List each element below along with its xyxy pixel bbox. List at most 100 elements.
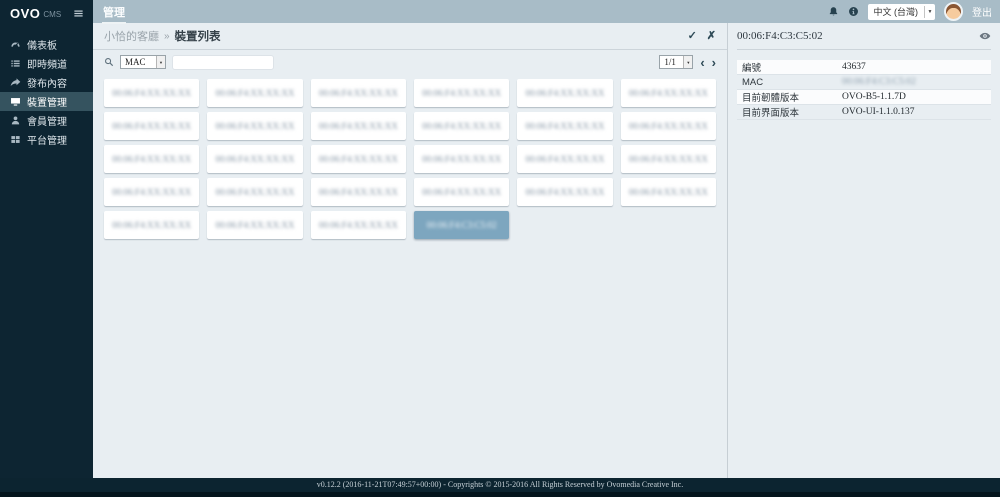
bell-icon[interactable] bbox=[828, 6, 839, 17]
close-icon[interactable]: ✗ bbox=[707, 30, 716, 42]
device-card[interactable]: 00:06:F4:C3:C5:02 bbox=[414, 211, 510, 239]
detail-row: 目前界面版本 OVO-UI-1.1.0.137 bbox=[737, 105, 991, 120]
device-card-mac-masked: 00:06:F4:XX:XX:XX bbox=[422, 187, 502, 197]
device-card[interactable]: 00:06:F4:XX:XX:XX bbox=[517, 145, 613, 173]
device-card-mac-masked: 00:06:F4:XX:XX:XX bbox=[628, 154, 708, 164]
pagination: 1/1 ▼ ‹ › bbox=[659, 55, 716, 69]
device-card[interactable]: 00:06:F4:XX:XX:XX bbox=[207, 112, 303, 140]
device-card-mac-masked: 00:06:F4:XX:XX:XX bbox=[525, 154, 605, 164]
info-icon[interactable] bbox=[848, 6, 859, 17]
device-card[interactable]: 00:06:F4:XX:XX:XX bbox=[104, 112, 200, 140]
sidebar-item-platform-management[interactable]: 平台管理 bbox=[0, 130, 93, 149]
sidebar-item-dashboard[interactable]: 儀表板 bbox=[0, 35, 93, 54]
device-card[interactable]: 00:06:F4:XX:XX:XX bbox=[414, 112, 510, 140]
sidebar-item-label: 即時頻道 bbox=[27, 60, 67, 71]
sidebar-item-label: 發布內容 bbox=[27, 79, 67, 90]
avatar[interactable] bbox=[944, 2, 963, 21]
breadcrumb-parent[interactable]: 小恰的客廳 bbox=[104, 28, 159, 44]
sidebar-item-device-management[interactable]: 裝置管理 bbox=[0, 92, 93, 111]
device-card-mac-masked: 00:06:F4:XX:XX:XX bbox=[318, 187, 398, 197]
grid-icon bbox=[10, 134, 21, 145]
device-card-mac-masked: 00:06:F4:XX:XX:XX bbox=[215, 121, 295, 131]
chevron-down-icon: ▼ bbox=[683, 56, 693, 68]
device-card-mac-masked: 00:06:F4:XX:XX:XX bbox=[422, 121, 502, 131]
eye-icon[interactable] bbox=[979, 30, 991, 42]
device-card-mac-masked: 00:06:F4:XX:XX:XX bbox=[215, 220, 295, 230]
check-icon[interactable]: ✓ bbox=[688, 30, 697, 42]
chevron-right-icon[interactable]: › bbox=[712, 56, 716, 69]
device-card-mac-masked: 00:06:F4:XX:XX:XX bbox=[318, 154, 398, 164]
detail-panel-header: 00:06:F4:C3:C5:02 bbox=[737, 23, 991, 50]
page-title: 裝置列表 bbox=[174, 31, 221, 43]
detail-row: 編號 43637 bbox=[737, 60, 991, 75]
device-card[interactable]: 00:06:F4:XX:XX:XX bbox=[310, 211, 406, 239]
device-card[interactable]: 00:06:F4:XX:XX:XX bbox=[517, 79, 613, 107]
sidebar-item-label: 平台管理 bbox=[27, 136, 67, 147]
search-filter-value: MAC bbox=[125, 57, 146, 67]
device-card[interactable]: 00:06:F4:XX:XX:XX bbox=[414, 79, 510, 107]
sidebar-item-live-channels[interactable]: 即時頻道 bbox=[0, 54, 93, 73]
device-card[interactable]: 00:06:F4:XX:XX:XX bbox=[207, 145, 303, 173]
detail-value: OVO-B5-1.1.7D bbox=[842, 92, 906, 102]
language-select[interactable]: 中文 (台灣) ▼ bbox=[867, 3, 935, 20]
sidebar-item-publish-content[interactable]: 發布內容 bbox=[0, 73, 93, 92]
page-select-value: 1/1 bbox=[664, 57, 676, 67]
device-card-mac-masked: 00:06:F4:XX:XX:XX bbox=[112, 88, 192, 98]
sidebar-menu: 儀表板即時頻道發布內容裝置管理會員管理平台管理 bbox=[0, 35, 93, 149]
sidebar-item-label: 會員管理 bbox=[27, 117, 67, 128]
device-card[interactable]: 00:06:F4:XX:XX:XX bbox=[620, 145, 716, 173]
device-card[interactable]: 00:06:F4:XX:XX:XX bbox=[104, 145, 200, 173]
device-card-mac-masked: 00:06:F4:XX:XX:XX bbox=[525, 187, 605, 197]
device-card[interactable]: 00:06:F4:XX:XX:XX bbox=[104, 211, 200, 239]
detail-panel-title: 00:06:F4:C3:C5:02 bbox=[737, 30, 823, 42]
gauge-icon bbox=[10, 39, 21, 50]
search-icon bbox=[104, 57, 114, 67]
page-select[interactable]: 1/1 ▼ bbox=[659, 55, 694, 69]
device-card[interactable]: 00:06:F4:XX:XX:XX bbox=[207, 79, 303, 107]
device-card[interactable]: 00:06:F4:XX:XX:XX bbox=[310, 79, 406, 107]
device-card-mac-masked: 00:06:F4:XX:XX:XX bbox=[628, 187, 708, 197]
search-filter-select[interactable]: MAC ▼ bbox=[120, 55, 166, 69]
device-card-mac-masked: 00:06:F4:XX:XX:XX bbox=[422, 154, 502, 164]
breadcrumb: 小恰的客廳 » 裝置列表 ✓ ✗ bbox=[93, 23, 727, 50]
device-card-mac-masked: 00:06:F4:XX:XX:XX bbox=[112, 121, 192, 131]
device-card[interactable]: 00:06:F4:XX:XX:XX bbox=[620, 178, 716, 206]
sidebar-item-member-management[interactable]: 會員管理 bbox=[0, 111, 93, 130]
detail-row: MAC 00:06:F4:C3:C5:02 bbox=[737, 75, 991, 90]
logout-button[interactable]: 登出 bbox=[972, 4, 992, 19]
device-card[interactable]: 00:06:F4:XX:XX:XX bbox=[310, 178, 406, 206]
topbar: 管理 中文 (台灣) ▼ 登出 bbox=[93, 0, 1000, 24]
device-card-mac-masked: 00:06:F4:XX:XX:XX bbox=[318, 88, 398, 98]
device-card-mac-masked: 00:06:F4:XX:XX:XX bbox=[318, 121, 398, 131]
device-card[interactable]: 00:06:F4:XX:XX:XX bbox=[414, 178, 510, 206]
chevron-left-icon[interactable]: ‹ bbox=[700, 56, 704, 69]
footer: v0.12.2 (2016-11-21T07:49:57+00:00) - Co… bbox=[0, 478, 1000, 497]
publish-icon bbox=[10, 77, 21, 88]
device-card[interactable]: 00:06:F4:XX:XX:XX bbox=[620, 112, 716, 140]
hamburger-icon[interactable] bbox=[73, 8, 84, 19]
device-card-mac-masked: 00:06:F4:XX:XX:XX bbox=[112, 154, 192, 164]
tab-management[interactable]: 管理 bbox=[102, 0, 126, 24]
sidebar-item-label: 儀表板 bbox=[27, 41, 57, 52]
device-card[interactable]: 00:06:F4:XX:XX:XX bbox=[310, 112, 406, 140]
device-card[interactable]: 00:06:F4:XX:XX:XX bbox=[207, 178, 303, 206]
detail-label: 目前韌體版本 bbox=[742, 93, 800, 104]
device-card[interactable]: 00:06:F4:XX:XX:XX bbox=[104, 178, 200, 206]
device-card-mac-masked: 00:06:F4:XX:XX:XX bbox=[628, 88, 708, 98]
search-input[interactable] bbox=[172, 54, 274, 70]
main-content: 小恰的客廳 » 裝置列表 ✓ ✗ MAC ▼ 1/1 ▼ ‹ › 00:06:F… bbox=[93, 23, 727, 478]
sidebar-item-label: 裝置管理 bbox=[27, 98, 67, 109]
chevron-down-icon: ▼ bbox=[156, 56, 165, 68]
device-card-mac-masked: 00:06:F4:XX:XX:XX bbox=[215, 88, 295, 98]
device-card[interactable]: 00:06:F4:XX:XX:XX bbox=[104, 79, 200, 107]
topbar-right: 中文 (台灣) ▼ 登出 bbox=[828, 2, 1000, 21]
detail-label: MAC bbox=[742, 76, 764, 88]
device-card[interactable]: 00:06:F4:XX:XX:XX bbox=[620, 79, 716, 107]
device-card[interactable]: 00:06:F4:XX:XX:XX bbox=[207, 211, 303, 239]
device-card[interactable]: 00:06:F4:XX:XX:XX bbox=[517, 112, 613, 140]
device-card[interactable]: 00:06:F4:XX:XX:XX bbox=[310, 145, 406, 173]
app-logo-suffix: CMS bbox=[43, 10, 62, 19]
breadcrumb-actions: ✓ ✗ bbox=[688, 30, 716, 42]
device-card[interactable]: 00:06:F4:XX:XX:XX bbox=[517, 178, 613, 206]
device-card[interactable]: 00:06:F4:XX:XX:XX bbox=[414, 145, 510, 173]
